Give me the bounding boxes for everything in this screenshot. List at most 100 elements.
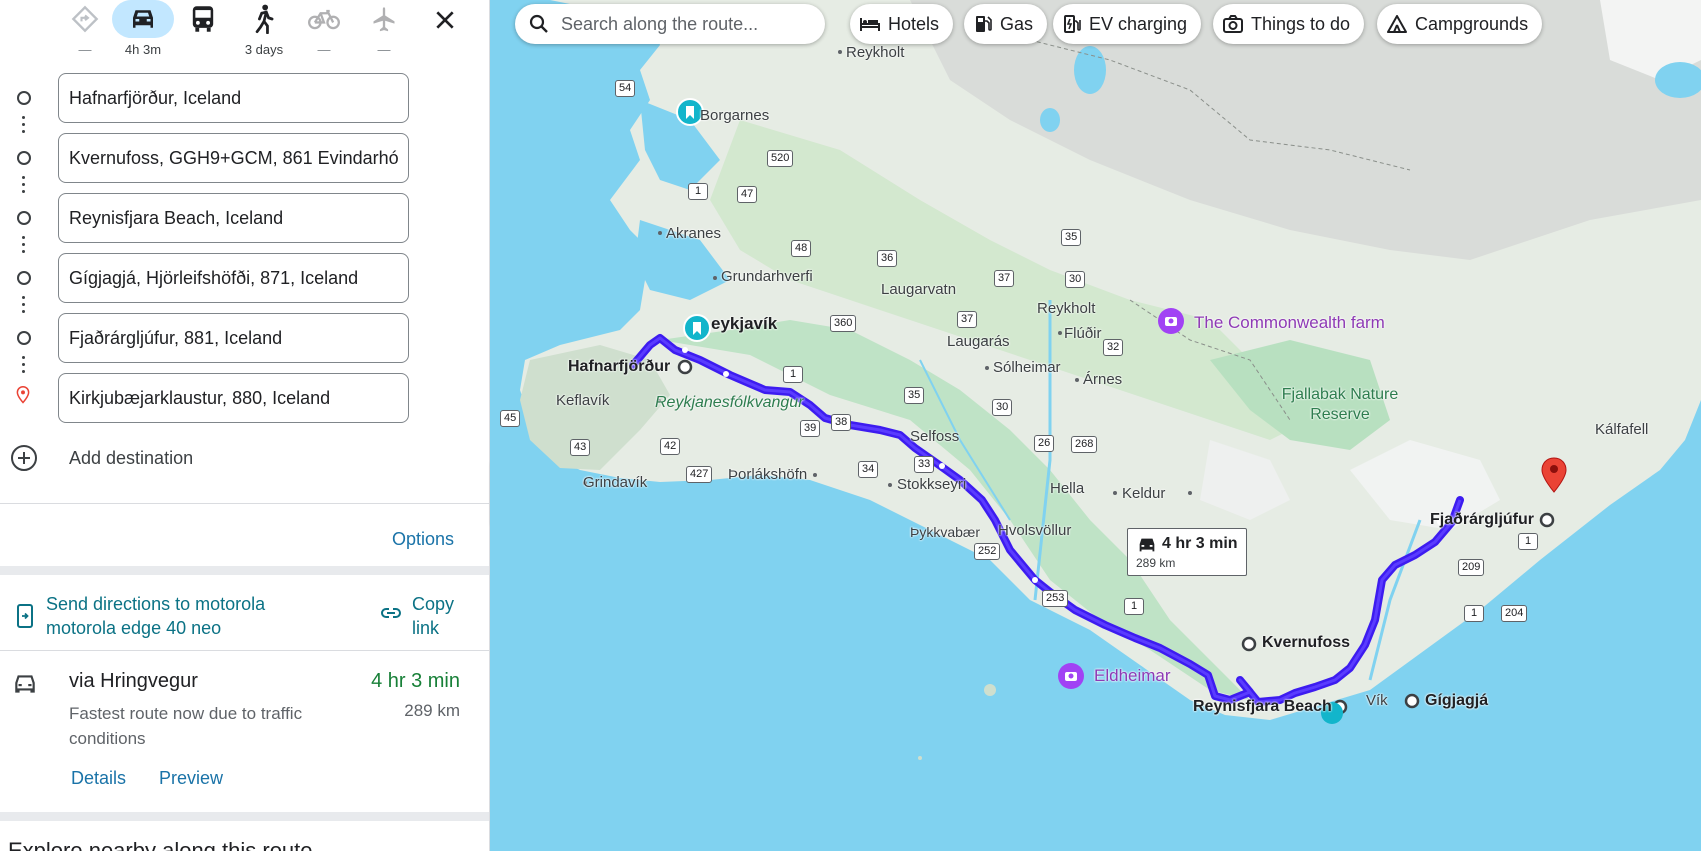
copy-link-button[interactable]: Copy link [380,590,470,640]
poi-commonwealth-farm[interactable]: The Commonwealth farm [1194,313,1385,333]
search-along-route-input[interactable] [559,12,809,36]
stop-input-origin[interactable] [58,73,409,123]
stop-input-2[interactable] [58,133,409,183]
place-label-solheimar[interactable]: Sólheimar [993,359,1061,376]
place-label-keldur[interactable]: Keldur [1122,485,1165,502]
section-separator [0,812,489,821]
tent-icon [1387,15,1407,33]
copy-link-label: Copy link [412,594,455,638]
road-shield: 1 [783,366,803,383]
destination-pin-icon [16,386,30,404]
place-label-hella[interactable]: Hella [1050,480,1084,497]
section-separator [0,566,489,575]
car-icon [133,10,153,28]
bus-icon [192,6,214,32]
send-directions-button[interactable]: Send directions to motorola motorola edg… [14,590,314,640]
place-label-keflavik[interactable]: Keflavík [556,392,609,409]
waypoint-circle-icon [17,331,31,345]
place-label-fjadrargljufur[interactable]: Fjaðrárgljúfur [1430,511,1534,529]
place-label-reykholt-south[interactable]: Reykholt [1037,300,1095,317]
chip-campgrounds[interactable]: Campgrounds [1377,4,1543,44]
place-label-hvolsvollur[interactable]: Hvolsvöllur [998,522,1071,539]
waypoint-circle-icon [17,211,31,225]
stop-row [0,133,489,183]
route-distance: 289 km [404,701,460,720]
place-label-gigjagja[interactable]: Gígjagjá [1425,692,1488,710]
road-shield: 520 [767,150,794,167]
place-label-reykjanesfolkvangur[interactable]: Reykjanesfólkvangur [655,394,804,412]
poi-eldheimar[interactable]: Eldheimar [1094,666,1171,686]
route-duration-callout[interactable]: 4 hr 3 min 289 km [1127,528,1247,576]
stop-input-4[interactable] [58,253,409,303]
mode-transit[interactable] [170,0,236,62]
send-directions-label: Send directions to motorola motorola edg… [46,594,266,638]
chip-things-to-do-label: Things to do [1251,13,1351,34]
place-label-vik[interactable]: Vík [1366,692,1388,709]
road-shield: 48 [791,240,812,257]
mode-best[interactable]: — [52,0,118,62]
chip-things-to-do[interactable]: Things to do [1213,4,1365,44]
route-preview-button[interactable]: Preview [159,768,223,789]
road-shield: 252 [974,543,1001,560]
chip-hotels-label: Hotels [888,13,940,34]
road-shield: 54 [615,80,636,97]
place-label-laugaras[interactable]: Laugarás [947,333,1010,350]
road-shield: 45 [500,410,521,427]
close-directions-button[interactable] [425,2,465,38]
stop-input-5[interactable] [58,313,409,363]
stop-input-3[interactable] [58,193,409,243]
place-label-laugarvatn[interactable]: Laugarvatn [881,281,956,298]
place-label-borgarnes[interactable]: Borgarnes [700,107,769,124]
place-label-kvernufoss[interactable]: Kvernufoss [1262,634,1350,652]
place-label-arnes[interactable]: Árnes [1083,371,1122,388]
mode-best-label: — [78,42,92,57]
gas-station-icon [976,16,992,32]
search-icon [529,14,548,33]
place-label-reykjavik[interactable]: eykjavík [711,314,777,334]
place-label-fjallabak[interactable]: Fjallabak Nature Reserve [1268,385,1412,425]
place-label-reynisfjara[interactable]: Reynisfjara Beach [1193,698,1332,716]
map-canvas[interactable]: Hafnarfjörður eykjavík Keflavík Grindaví… [490,0,1701,851]
stop-row [0,193,489,243]
send-to-phone-icon [17,604,33,628]
road-shield: 35 [904,387,925,404]
car-icon [15,675,35,693]
road-shield: 204 [1501,605,1528,622]
waypoint-circle-icon [17,271,31,285]
chip-gas[interactable]: Gas [964,4,1048,44]
route-details-button[interactable]: Details [71,768,126,789]
place-label-selfoss[interactable]: Selfoss [910,428,959,445]
add-destination-button[interactable]: Add destination [0,438,489,478]
mode-walking-label: 3 days [244,42,284,57]
mode-walking[interactable]: 3 days [231,0,297,62]
road-shield: 43 [570,439,591,456]
place-label-stokkseyri[interactable]: Stokkseyri [897,476,966,493]
road-shield: 37 [994,270,1015,287]
travel-mode-bar: — 4h 3m 3 days — — [0,0,489,62]
place-label-kalfafell[interactable]: Kálfafell [1595,421,1648,438]
place-label-fludir[interactable]: Flúðir [1064,325,1102,342]
place-label-thykkvabaer[interactable]: Þykkvabær [910,524,980,540]
place-label-grundarhverfi[interactable]: Grundarhverfi [721,268,813,285]
route-description: Fastest route now due to traffic conditi… [69,704,303,748]
place-label-thorlakshofn[interactable]: Þorlákshöfn [728,466,807,483]
bed-icon [860,18,880,31]
stop-row [0,73,489,123]
place-label-hafnarfjordur[interactable]: Hafnarfjörður [568,358,670,376]
mode-flights[interactable]: — [351,0,417,62]
chip-ev-charging[interactable]: EV charging [1053,4,1202,44]
options-button[interactable]: Options [392,529,454,550]
search-along-route[interactable] [515,4,825,44]
mode-cycling[interactable]: — [291,0,357,62]
link-icon [381,608,401,618]
stop-row [0,253,489,303]
road-shield: 26 [1034,435,1055,452]
route-option[interactable]: via Hringvegur 4 hr 3 min Fastest route … [0,662,489,812]
mode-driving[interactable]: 4h 3m [110,0,176,62]
chip-hotels[interactable]: Hotels [850,4,954,44]
stop-input-destination[interactable] [58,373,409,423]
place-label-akranes[interactable]: Akranes [666,225,721,242]
place-label-grindavik[interactable]: Grindavík [583,474,647,491]
road-shield: 1 [1518,533,1538,550]
road-shield: 36 [877,250,898,267]
